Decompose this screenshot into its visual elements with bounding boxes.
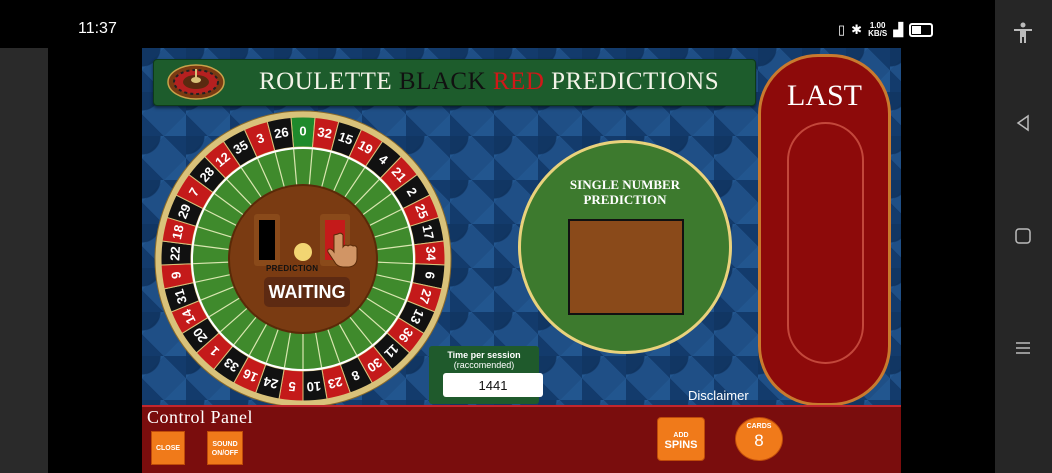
home-icon[interactable] [1009,222,1037,250]
title-part1: ROULETTE [259,68,399,95]
letterbox-left [48,48,142,473]
roulette-wheel[interactable]: 0 32 15 19421225173462713361130823105241633… [154,110,452,408]
add-spins-button[interactable]: ADD SPINS [657,417,705,461]
clock: 11:37 [78,20,117,37]
session-title: Time per session [447,350,521,360]
single-number-box [568,219,684,315]
left-gutter [0,48,48,473]
wheel-number: 10 [306,378,322,394]
cards-count: 8 [754,431,764,450]
last-title: LAST [787,79,862,112]
control-panel: Control Panel CLOSE SOUND ON/OFF ADD SPI… [142,405,901,473]
session-panel: Time per session (raccomended) 1441 [429,346,543,404]
menu-icon[interactable] [1009,334,1037,362]
status-bar: 11:37 ▯ ✱ 1.00 KB/S ▟ [0,0,995,48]
single-number-title-line1: SINGLE NUMBER [569,177,681,192]
last-results-panel: LAST [758,54,891,406]
vibrate-icon: ▯ [838,22,846,37]
waiting-status: WAITING [264,277,350,307]
wheel-number: 5 [288,379,296,395]
sound-state-label: ON/OFF [211,450,239,457]
net-speed-unit: KB/S [868,29,888,38]
sound-toggle-button[interactable]: SOUND ON/OFF [207,431,243,465]
add-spins-label: SPINS [664,439,698,451]
session-subtitle: (raccomended) [453,360,515,370]
last-results-track [787,122,864,364]
wheel-number: 18 [169,223,187,240]
black-indicator [259,220,275,260]
bluetooth-icon: ✱ [851,22,863,37]
title-black-word: BLACK [398,68,487,95]
title-red-word: RED [492,68,545,95]
navigation-bar [995,0,1052,473]
single-number-title: SINGLE NUMBER PREDICTION [521,177,729,207]
roulette-logo-icon [167,64,225,100]
letterbox-right [901,48,995,473]
status-icons: ▯ ✱ 1.00 KB/S ▟ [838,22,934,38]
wheel-number: 32 [316,124,333,141]
session-time-field[interactable]: 1441 [443,373,543,397]
battery-icon [909,23,934,37]
prediction-label: PREDICTION [266,264,319,273]
control-panel-title: Control Panel [147,407,253,427]
accessibility-icon[interactable] [1009,19,1037,47]
single-number-title-line2: PREDICTION [583,192,667,207]
single-number-prediction: SINGLE NUMBER PREDICTION [518,140,732,354]
disclaimer-link[interactable]: Disclaimer [688,388,749,403]
roulette-ball [294,243,312,261]
back-icon[interactable] [1009,109,1037,137]
title-part2: PREDICTIONS [544,68,720,95]
wheel-number: 34 [423,246,439,262]
signal-icon: ▟ [893,22,904,37]
wheel-number: 26 [273,124,290,141]
close-button[interactable]: CLOSE [151,431,185,465]
net-speed: 1.00 KB/S [868,22,887,38]
wheel-number: 22 [167,246,183,261]
sound-label: SOUND [212,441,238,448]
cards-label: CARDS [746,423,772,430]
add-spins-small-label: ADD [673,432,689,439]
wheel-number: 17 [419,223,437,240]
game-screen: ROULETTE BLACK RED PREDICTIONS 0 32 15 19 4 2… [142,48,901,473]
cards-button[interactable]: CARDS 8 [735,417,783,461]
wheel-number: 0 [299,124,306,139]
page-title: ROULETTE BLACK RED PREDICTIONS [259,68,719,96]
title-bar: ROULETTE BLACK RED PREDICTIONS [153,59,756,106]
